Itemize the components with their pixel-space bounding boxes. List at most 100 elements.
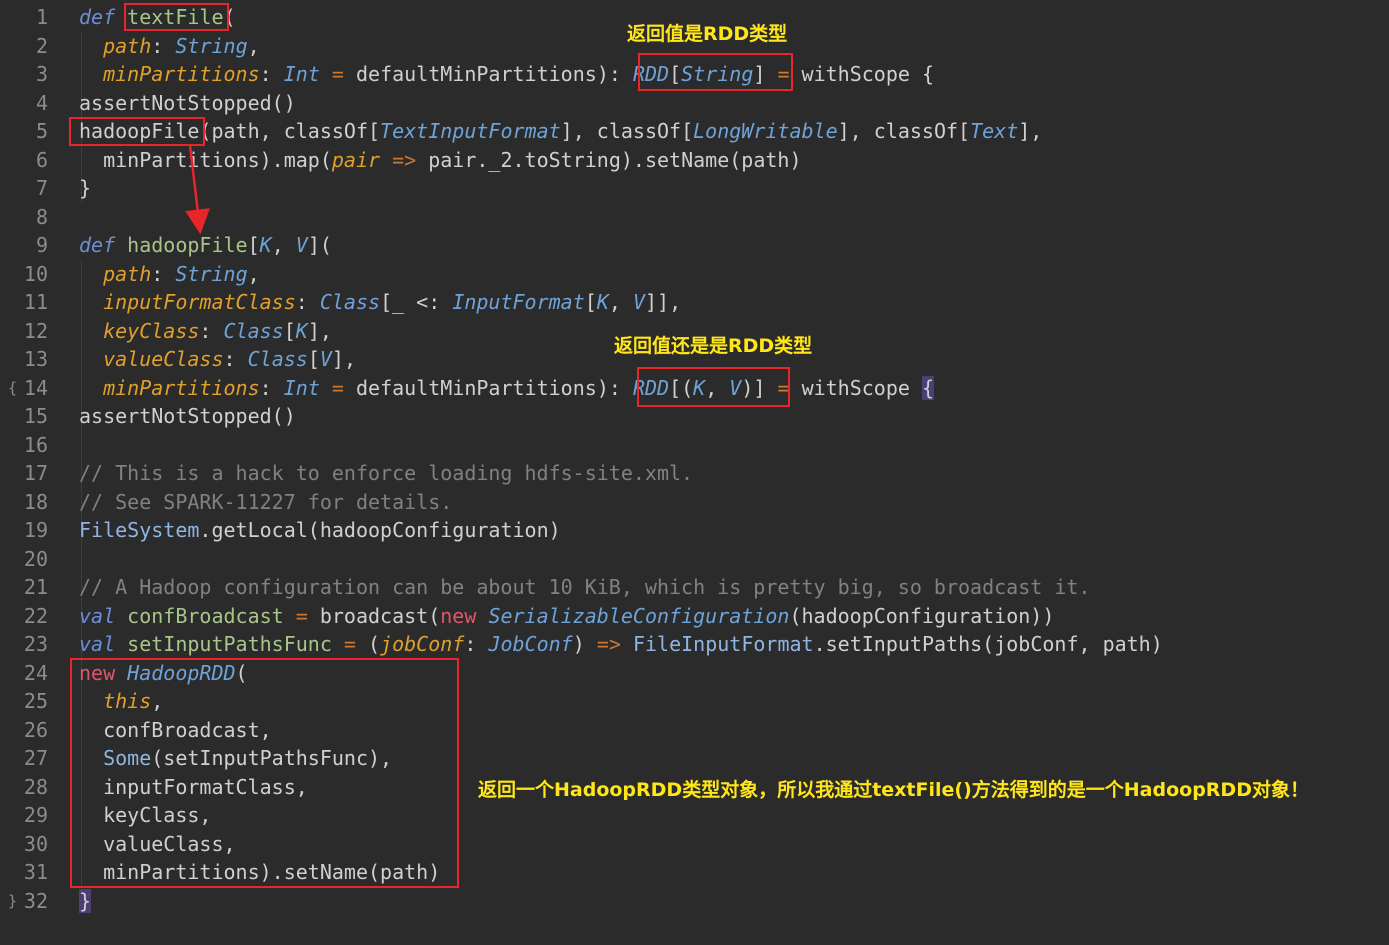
code-line[interactable]: // This is a hack to enforce loading hdf… <box>79 459 693 488</box>
line-number: 9 <box>35 233 48 257</box>
code-line[interactable]: valueClass: Class[V], <box>79 345 356 374</box>
code-token: [ <box>247 233 260 257</box>
code-line[interactable]: // See SPARK-11227 for details. <box>79 488 452 517</box>
code-line[interactable]: path: String, <box>79 260 260 289</box>
code-token: String <box>175 33 248 58</box>
code-line[interactable]: minPartitions).map(pair => pair._2.toStr… <box>79 146 801 175</box>
line-number: 24 <box>23 660 48 685</box>
code-token: ], classOf[ <box>560 119 694 143</box>
code-line[interactable]: val confBroadcast = broadcast(new Serial… <box>79 602 1054 631</box>
code-token: path <box>103 33 152 58</box>
code-token: = <box>283 603 320 628</box>
code-token: Class <box>319 290 381 314</box>
code-token: withScope <box>801 375 922 400</box>
code-token: minPartitions <box>103 375 260 400</box>
code-token: inputFormatClass <box>103 290 296 314</box>
code-token: setInputPathsFunc <box>127 632 332 656</box>
code-token: TextInputFormat <box>380 119 561 143</box>
code-token: defaultMinPartitions <box>355 62 597 86</box>
code-token: { <box>921 375 935 400</box>
line-number: 18 <box>23 489 48 514</box>
line-number: 15 <box>23 404 48 428</box>
code-token: hadoopFile <box>127 233 248 257</box>
code-token: } <box>79 176 92 200</box>
line-number: 8 <box>35 204 48 229</box>
code-token: // A Hadoop configuration can be about 1… <box>79 575 1091 599</box>
line-number: 7 <box>35 176 48 200</box>
code-line[interactable]: // A Hadoop configuration can be about 1… <box>79 573 1090 602</box>
code-token: minPartitions).map( <box>79 147 332 172</box>
code-line[interactable]: def hadoopFile[K, V]( <box>79 231 332 260</box>
code-token: : <box>259 62 284 86</box>
code-token: def <box>79 233 128 257</box>
code-token: ) <box>572 632 597 656</box>
line-number: 3 <box>35 62 48 86</box>
code-token: jobConf <box>380 632 465 656</box>
code-token: FileSystem <box>79 518 200 542</box>
code-token: ( <box>368 632 381 656</box>
code-editor[interactable]: 1 2 3 4 5 6 7 8 9 10 11 12 13 14 15 16 17 18 19 20 21 22 23 24 2… <box>0 0 1389 945</box>
code-line[interactable]: path: String, <box>79 32 260 61</box>
code-token: [ <box>283 318 296 343</box>
code-token: V <box>295 233 308 257</box>
code-line[interactable]: FileSystem.getLocal(hadoopConfiguration) <box>79 516 561 545</box>
fold-marker-icon[interactable]: } <box>8 887 17 916</box>
code-line[interactable]: inputFormatClass: Class[_ <: InputFormat… <box>79 288 681 317</box>
code-token: broadcast( <box>319 603 441 628</box>
code-line[interactable]: val setInputPathsFunc = (jobConf: JobCon… <box>79 630 1163 659</box>
line-number: 21 <box>23 575 48 599</box>
code-line[interactable]: hadoopFile(path, classOf[TextInputFormat… <box>79 117 1042 146</box>
line-number: 30 <box>23 831 48 856</box>
code-token: [ <box>307 347 320 371</box>
annotation-box-rdd-string <box>638 53 793 91</box>
code-token: [ <box>584 290 597 314</box>
code-token: path <box>103 261 152 286</box>
code-token: pair <box>331 147 381 172</box>
code-token: : <box>151 33 176 58</box>
code-token: valueClass <box>103 347 224 371</box>
annotation-box-textfile <box>124 3 229 31</box>
code-line[interactable]: } <box>79 174 91 203</box>
line-number: 12 <box>23 318 48 343</box>
code-token: keyClass <box>103 318 200 343</box>
code-token: JobConf <box>488 632 573 656</box>
code-line[interactable]: minPartitions: Int = defaultMinPartition… <box>79 374 935 403</box>
code-token: K <box>596 290 609 314</box>
code-token: : <box>295 290 320 314</box>
code-token: ], classOf[ <box>837 119 971 143</box>
code-token: val <box>79 603 128 628</box>
line-number: 1 <box>35 5 48 29</box>
code-line[interactable]: assertNotStopped() <box>79 402 296 431</box>
code-token: .setInputPaths(jobConf, path) <box>813 632 1163 656</box>
code-token: SerializableConfiguration <box>488 603 790 628</box>
annotation-box-rdd-kv <box>637 367 790 407</box>
code-token: => <box>596 632 633 656</box>
code-token: LongWritable <box>693 119 838 143</box>
code-token: , <box>247 261 260 286</box>
line-number: 29 <box>23 803 48 827</box>
line-number: 6 <box>35 147 48 172</box>
code-token: : <box>199 318 224 343</box>
code-token: V <box>319 347 332 371</box>
code-token: val <box>79 632 128 656</box>
code-token: V <box>632 290 645 314</box>
code-token: InputFormat <box>452 290 585 314</box>
line-number: 25 <box>23 689 48 713</box>
annotation-text-returns-rdd-again: 返回值还是是RDD类型 <box>614 335 813 357</box>
code-token: .getLocal(hadoopConfiguration) <box>199 518 561 542</box>
code-token: , <box>608 290 633 314</box>
code-token: minPartitions <box>103 62 260 86</box>
code-line[interactable]: minPartitions: Int = defaultMinPartition… <box>79 60 934 89</box>
line-number: 16 <box>23 432 48 457</box>
code-token: confBroadcast <box>127 603 284 628</box>
code-line[interactable]: keyClass: Class[K], <box>79 317 332 346</box>
code-line[interactable]: assertNotStopped() <box>79 89 296 118</box>
code-token: = <box>331 632 368 656</box>
code-line[interactable]: } <box>79 887 92 916</box>
code-token: : <box>223 347 248 371</box>
fold-marker-icon[interactable]: { <box>8 374 17 403</box>
